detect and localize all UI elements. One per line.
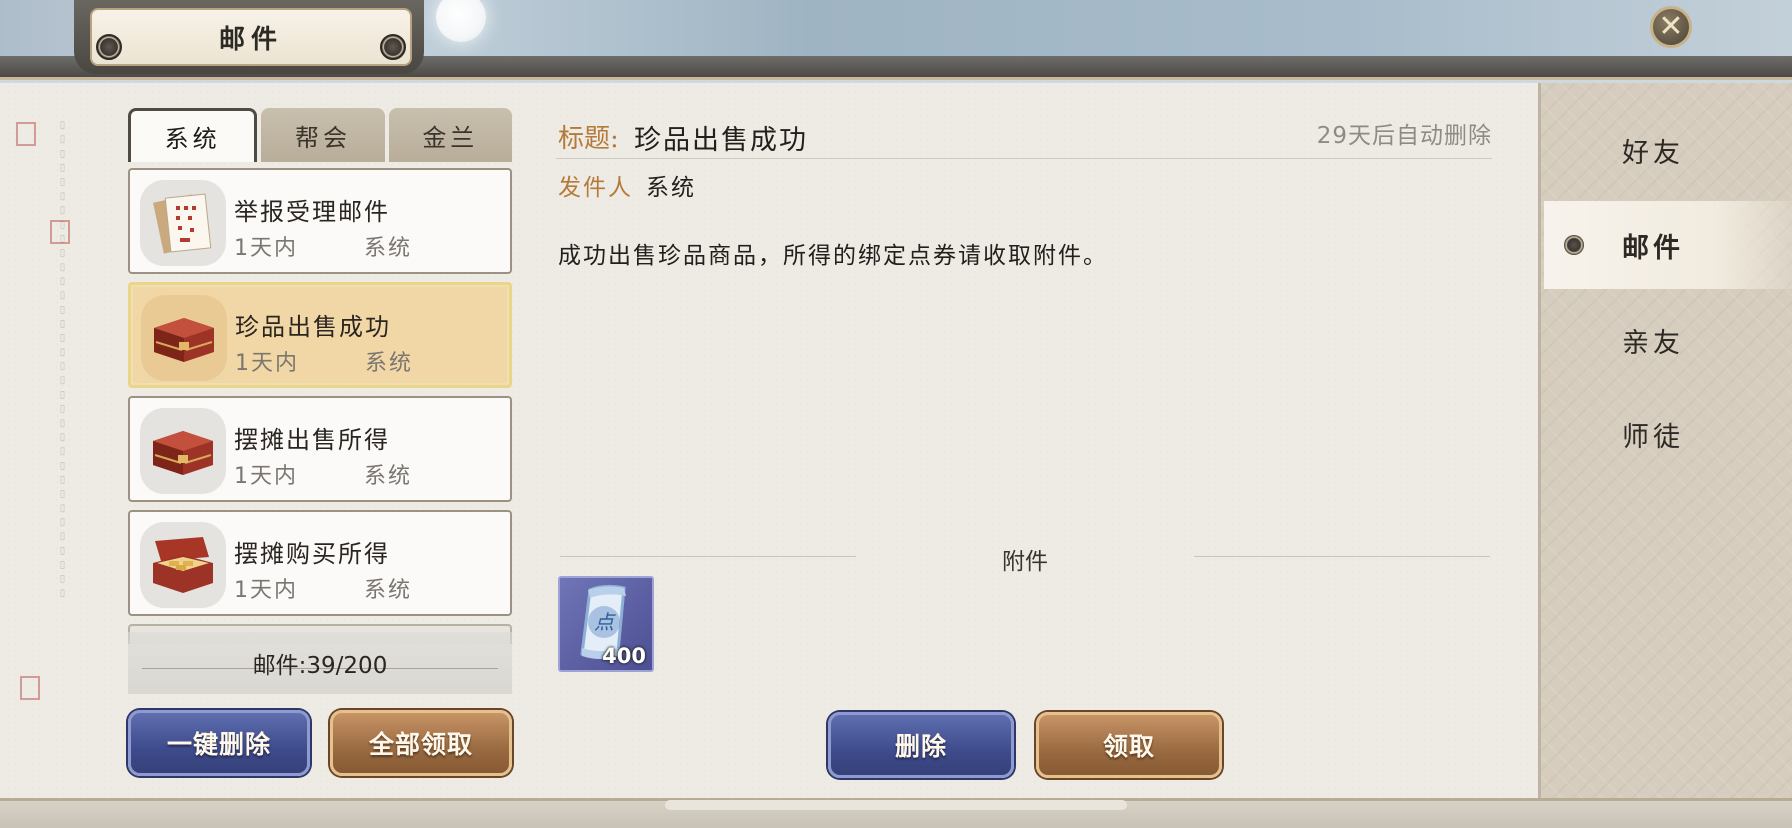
nav-item-mail[interactable]: 邮件 (1544, 201, 1792, 289)
mail-item-time: 1天内 (234, 236, 298, 261)
mail-body: 成功出售珍品商品，所得的绑定点券请收取附件。 (558, 243, 1108, 269)
seal-stamp-icon (20, 676, 40, 700)
mail-item-sender: 系统 (365, 351, 414, 376)
tab-system[interactable]: 系统 (128, 108, 258, 162)
mail-list-item[interactable]: 摆摊出售所得 1天内 系统 (128, 396, 512, 502)
seal-stamp-icon (50, 220, 70, 244)
mail-sender-label: 发件人 (558, 175, 633, 201)
mail-title: 珍品出售成功 (634, 125, 808, 156)
window-title-plaque: 邮件 (90, 8, 412, 66)
delete-button[interactable]: 删除 (828, 712, 1014, 778)
divider (556, 158, 1492, 159)
mail-item-title: 摆摊购买所得 (234, 540, 390, 568)
mail-count-bar: 邮件:39/200 (128, 632, 512, 694)
mail-list-item[interactable]: 举报受理邮件 1天内 系统 (128, 168, 512, 274)
mail-list-item-selected[interactable]: 珍品出售成功 1天内 系统 (128, 282, 512, 388)
attachment-count: 400 (602, 644, 646, 668)
mail-item-title: 摆摊出售所得 (234, 426, 390, 454)
close-icon: ✕ (1658, 9, 1684, 44)
knot-ornament-icon (380, 34, 406, 60)
mail-item-time: 1天内 (234, 464, 298, 489)
calligraphy-decoration: ▯ ▯ ▯ ▯ ▯ ▯ ▯ ▯ ▯ ▯ ▯ ▯ ▯ ▯ ▯ ▯ ▯ ▯ ▯ ▯ … (57, 120, 68, 599)
attachment-label: 附件 (1002, 549, 1048, 575)
mail-item-sender: 系统 (364, 464, 413, 489)
nav-item-friends[interactable]: 好友 (1544, 106, 1792, 194)
claim-all-button[interactable]: 全部领取 (330, 710, 512, 776)
open-chest-gold-icon (140, 522, 226, 608)
mail-title-label: 标题: (558, 124, 619, 154)
tab-sworn-siblings[interactable]: 金兰 (388, 108, 512, 162)
treasure-chest-icon (141, 295, 227, 381)
knot-ornament-icon (1564, 235, 1584, 255)
knot-ornament-icon (96, 34, 122, 60)
mail-item-title: 珍品出售成功 (235, 313, 391, 341)
mail-item-time: 1天内 (235, 351, 299, 376)
mail-count: 邮件:39/200 (252, 653, 388, 679)
claim-button[interactable]: 领取 (1036, 712, 1222, 778)
mail-list: 举报受理邮件 1天内 系统 珍品出售成功 1天内 系统 摆摊出售所得 1天内 系… (128, 168, 512, 696)
mail-category-tabs: 系统 帮会 金兰 (128, 108, 512, 162)
mail-item-title: 举报受理邮件 (234, 198, 390, 226)
mail-item-sender: 系统 (364, 236, 413, 261)
divider (560, 556, 856, 557)
auto-delete-notice: 29天后自动删除 (1316, 123, 1492, 149)
nav-item-mentorship[interactable]: 师徒 (1544, 390, 1792, 478)
mail-list-item[interactable]: 摆摊购买所得 1天内 系统 (128, 510, 512, 616)
bottom-scroll-handle (665, 800, 1127, 810)
delete-all-button[interactable]: 一键删除 (128, 710, 310, 776)
nav-item-label: 邮件 (1622, 232, 1684, 264)
window-title: 邮件 (218, 24, 283, 55)
nav-item-label: 师徒 (1622, 421, 1684, 453)
nav-item-label: 亲友 (1622, 327, 1684, 359)
mail-item-sender: 系统 (364, 578, 413, 603)
document-scroll-icon (140, 180, 226, 266)
mail-sender: 系统 (646, 175, 696, 201)
treasure-chest-icon (140, 408, 226, 494)
mail-item-time: 1天内 (234, 578, 298, 603)
nav-item-relatives[interactable]: 亲友 (1544, 296, 1792, 384)
attachment-item[interactable]: 点 400 (558, 576, 654, 672)
seal-stamp-icon (16, 122, 36, 146)
nav-item-label: 好友 (1622, 137, 1684, 169)
close-button[interactable]: ✕ (1650, 6, 1692, 48)
tab-guild[interactable]: 帮会 (261, 108, 385, 162)
attachment-glyph: 点 (594, 610, 616, 634)
divider (1194, 556, 1490, 557)
